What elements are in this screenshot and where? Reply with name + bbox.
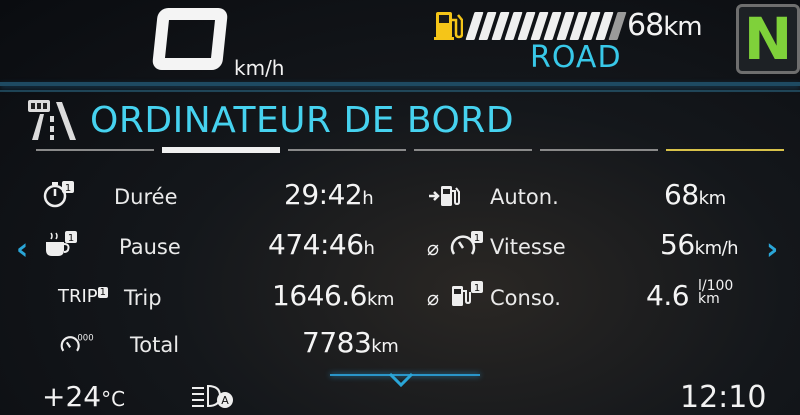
trip-prefix: TRIP bbox=[58, 286, 98, 307]
average-prefix-conso: ⌀ bbox=[427, 286, 440, 310]
header-divider bbox=[0, 82, 800, 86]
vitesse-value: 56 bbox=[660, 228, 695, 261]
trip-label: Trip bbox=[124, 286, 162, 310]
tab-6[interactable] bbox=[666, 149, 784, 151]
duree-value: 29:42 bbox=[284, 178, 363, 211]
drive-mode-label: ROAD bbox=[530, 40, 622, 75]
tab-2-active[interactable] bbox=[162, 147, 280, 153]
vitesse-readout: 56km/h bbox=[660, 228, 739, 261]
vitesse-unit: km/h bbox=[694, 238, 739, 259]
speedometer-zero-digit bbox=[151, 8, 229, 70]
fuel-range-icon bbox=[429, 186, 460, 206]
fuel-consumption-icon: 1 bbox=[452, 281, 483, 306]
trip-icon: TRIP 1 bbox=[58, 286, 109, 307]
duree-readout: 29:42h bbox=[284, 178, 374, 211]
chevron-right-icon[interactable]: › bbox=[766, 232, 778, 267]
odometer-icon: 000 bbox=[60, 334, 94, 352]
trip-readout: 1646.6km bbox=[272, 279, 394, 312]
vitesse-label: Vitesse bbox=[490, 235, 566, 259]
header-divider-glow bbox=[0, 90, 800, 92]
pause-readout: 474:46h bbox=[268, 228, 375, 261]
pause-unit: h bbox=[363, 238, 375, 259]
range-unit: km bbox=[663, 12, 702, 42]
fuel-pump-icon bbox=[434, 12, 463, 40]
svg-text:A: A bbox=[221, 394, 229, 407]
road-trip-computer-icon bbox=[28, 100, 76, 140]
average-speed-icon: 1 bbox=[450, 231, 483, 255]
fuel-level-gauge bbox=[465, 12, 627, 40]
headlight-auto-icon: A bbox=[192, 384, 233, 408]
range-readout: 68km bbox=[627, 8, 703, 43]
total-readout: 7783km bbox=[302, 326, 399, 359]
pause-badge: 1 bbox=[68, 233, 74, 244]
tab-3[interactable] bbox=[288, 149, 406, 151]
odometer-badge: 000 bbox=[77, 334, 93, 344]
chevron-left-icon[interactable]: ‹ bbox=[16, 232, 28, 267]
chevron-down-icon[interactable] bbox=[388, 372, 414, 388]
auton-value: 68 bbox=[664, 178, 699, 211]
gear-indicator: N bbox=[736, 4, 800, 74]
range-value: 68 bbox=[627, 8, 664, 43]
auton-label: Auton. bbox=[490, 185, 559, 209]
duree-label: Durée bbox=[114, 185, 178, 209]
stopwatch-badge: 1 bbox=[65, 183, 71, 194]
tab-4[interactable] bbox=[414, 149, 532, 151]
trip-unit: km bbox=[366, 289, 394, 310]
total-unit: km bbox=[371, 336, 399, 357]
tab-1[interactable] bbox=[36, 149, 154, 151]
page-title: ORDINATEUR DE BORD bbox=[90, 100, 515, 141]
clock: 12:10 bbox=[680, 380, 767, 415]
temperature-unit: °C bbox=[101, 387, 126, 411]
duree-unit: h bbox=[362, 188, 374, 209]
trip-badge: 1 bbox=[97, 287, 109, 298]
vitesse-badge: 1 bbox=[474, 233, 480, 244]
total-value: 7783 bbox=[302, 326, 372, 359]
total-label: Total bbox=[130, 333, 180, 357]
average-prefix: ⌀ bbox=[427, 236, 440, 260]
stopwatch-icon: 1 bbox=[43, 181, 74, 208]
conso-label: Conso. bbox=[490, 286, 561, 310]
trip-value: 1646.6 bbox=[272, 279, 367, 312]
outside-temperature: +24°C bbox=[42, 380, 125, 413]
auton-readout: 68km bbox=[664, 178, 726, 211]
temperature-value: +24 bbox=[42, 380, 102, 413]
pause-value: 474:46 bbox=[268, 228, 364, 261]
speed-unit: km/h bbox=[234, 56, 285, 80]
conso-badge: 1 bbox=[474, 283, 480, 294]
tab-indicator-strip[interactable] bbox=[36, 146, 786, 154]
auton-unit: km bbox=[698, 188, 726, 209]
pause-label: Pause bbox=[119, 235, 181, 259]
conso-unit: l/100 km bbox=[698, 279, 733, 307]
coffee-cup-icon: 1 bbox=[46, 231, 77, 256]
conso-unit-bottom: km bbox=[698, 291, 720, 307]
conso-value: 4.6 bbox=[646, 279, 690, 312]
tab-5[interactable] bbox=[540, 149, 658, 151]
